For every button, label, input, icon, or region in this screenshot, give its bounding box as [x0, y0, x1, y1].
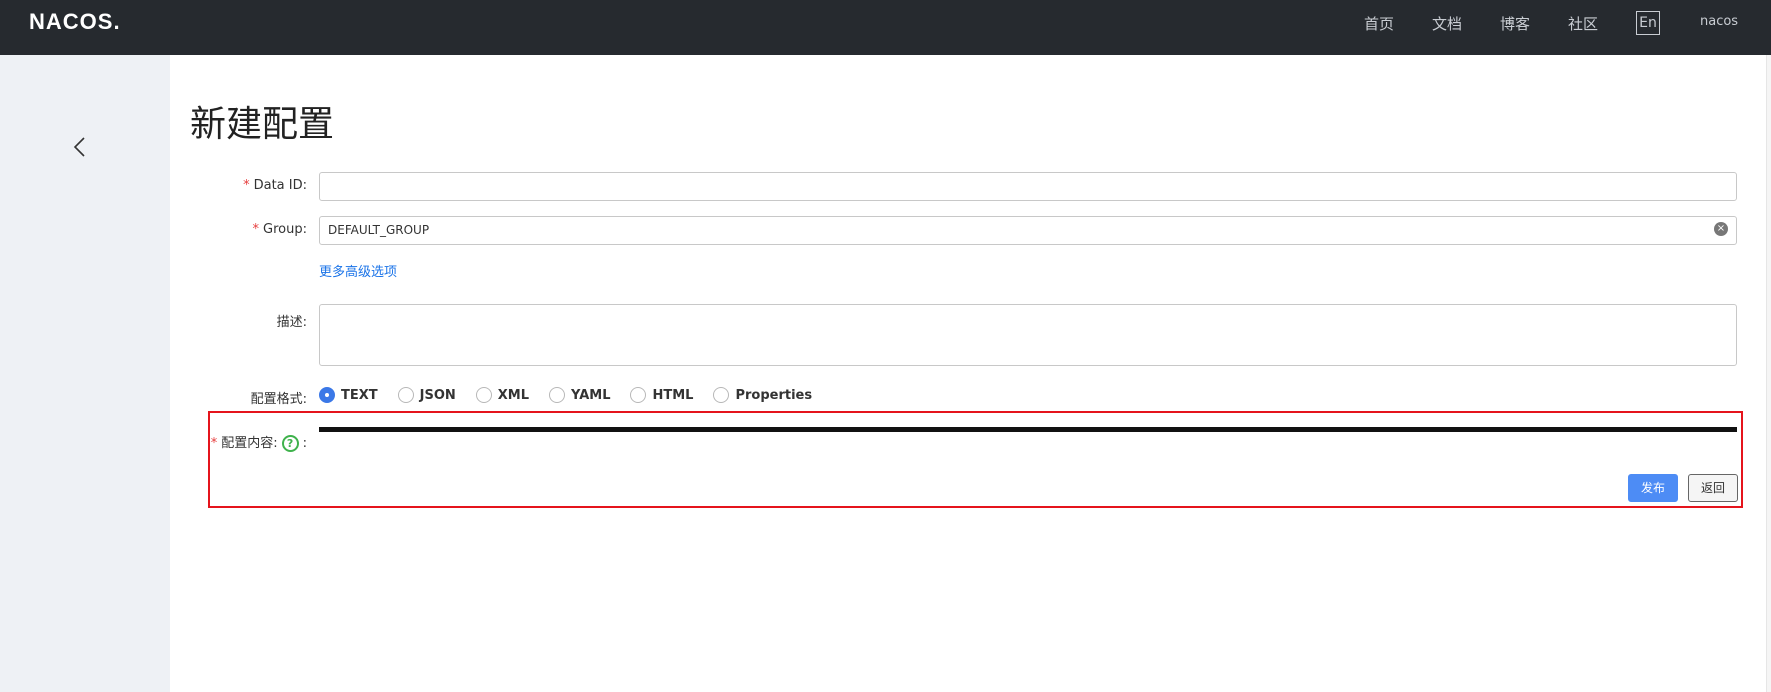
back-button[interactable]: 返回: [1688, 474, 1738, 502]
radio-icon[interactable]: [713, 387, 730, 403]
radio-icon[interactable]: [630, 387, 647, 403]
data-id-label: * Data ID:: [187, 178, 307, 193]
clear-icon[interactable]: ×: [1714, 222, 1728, 236]
language-toggle-button[interactable]: En: [1636, 11, 1660, 35]
group-label: * Group:: [187, 222, 307, 237]
help-icon[interactable]: ?: [281, 435, 299, 452]
required-mark: *: [210, 436, 218, 451]
group-label-text: Group:: [263, 222, 307, 237]
format-label-text: TEXT: [341, 387, 378, 403]
radio-checked-icon[interactable]: [319, 387, 335, 403]
data-id-input[interactable]: [319, 172, 1737, 201]
content-label-text: 配置内容:: [221, 436, 278, 451]
format-label-yaml: YAML: [571, 387, 611, 403]
format-label-json: JSON: [419, 387, 456, 403]
format-radio-group: TEXT JSON XML YAML HTML Properties: [319, 386, 832, 404]
nav-community[interactable]: 社区: [1568, 13, 1598, 34]
format-option-yaml[interactable]: YAML: [549, 387, 610, 403]
scrollbar[interactable]: [1766, 55, 1771, 692]
radio-icon[interactable]: [475, 387, 492, 403]
group-input[interactable]: DEFAULT_GROUP: [319, 216, 1737, 245]
nav-docs[interactable]: 文档: [1432, 13, 1462, 34]
description-textarea[interactable]: [319, 304, 1737, 366]
format-label: 配置格式:: [250, 392, 307, 407]
format-option-text[interactable]: TEXT: [319, 387, 378, 403]
format-option-xml[interactable]: XML: [475, 387, 530, 403]
content-editor[interactable]: [319, 427, 1737, 432]
nacos-logo[interactable]: NACOS.: [29, 9, 121, 35]
required-mark: *: [252, 222, 260, 237]
description-label: 描述:: [276, 315, 307, 330]
format-label-properties: Properties: [735, 387, 813, 403]
advanced-options-link[interactable]: 更多高级选项: [319, 261, 397, 280]
format-option-html[interactable]: HTML: [630, 387, 693, 403]
user-name[interactable]: nacos: [1700, 14, 1738, 29]
top-navbar: NACOS. 首页 文档 博客 社区 En nacos: [0, 0, 1771, 55]
radio-icon[interactable]: [549, 387, 566, 403]
format-label-xml: XML: [497, 387, 530, 403]
data-id-label-text: Data ID:: [253, 178, 307, 193]
content-colon: :: [302, 436, 307, 451]
content-label: * 配置内容:?:: [187, 432, 307, 452]
required-mark: *: [243, 178, 250, 193]
nav-blog[interactable]: 博客: [1500, 13, 1530, 34]
format-option-json[interactable]: JSON: [397, 387, 456, 403]
radio-icon[interactable]: [397, 387, 414, 403]
sidebar: [0, 55, 170, 692]
page-title: 新建配置: [190, 104, 335, 145]
highlight-box: [208, 411, 1743, 508]
back-arrow-icon[interactable]: [70, 135, 90, 159]
publish-button[interactable]: 发布: [1628, 474, 1678, 502]
nav-home[interactable]: 首页: [1364, 13, 1394, 34]
format-option-properties[interactable]: Properties: [713, 387, 812, 403]
format-label-html: HTML: [652, 387, 694, 403]
